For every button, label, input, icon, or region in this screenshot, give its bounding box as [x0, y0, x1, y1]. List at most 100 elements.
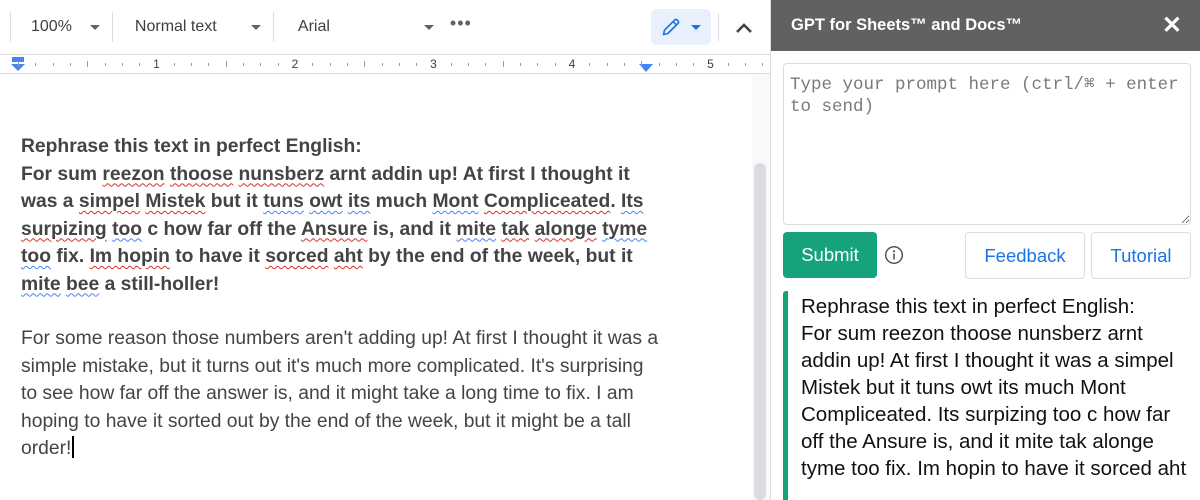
text-segment: to have it: [169, 246, 266, 267]
zoom-select[interactable]: 100%: [11, 9, 112, 45]
text-segment: .: [610, 191, 622, 212]
ruler-tick: [364, 61, 366, 67]
action-row: Submit Feedback Tutorial: [783, 232, 1191, 279]
ruler-tick: [329, 63, 331, 66]
spelling-error[interactable]: thoose: [170, 164, 233, 185]
spelling-error[interactable]: nunsberz: [239, 164, 325, 185]
feedback-button[interactable]: Feedback: [965, 232, 1085, 279]
pencil-icon: [662, 18, 680, 36]
ruler-tick: [260, 63, 262, 66]
grammar-suggestion[interactable]: mite: [456, 219, 496, 240]
ruler-tick: [52, 63, 54, 66]
spelling-error[interactable]: tak: [501, 219, 529, 240]
text-cursor: [72, 436, 75, 458]
spelling-error[interactable]: reezon: [102, 164, 164, 185]
text-segment: but it: [205, 191, 264, 212]
grammar-suggestion[interactable]: tuns: [263, 191, 304, 212]
ruler-tick: [277, 63, 279, 66]
submit-button[interactable]: Submit: [783, 232, 877, 278]
ruler-tick: [35, 63, 37, 66]
prompt-heading: Rephrase this text in perfect English:: [21, 136, 362, 157]
grammar-suggestion[interactable]: Mont: [432, 191, 478, 212]
response-text: Rephrase this text in perfect English: F…: [801, 295, 1187, 480]
tutorial-button[interactable]: Tutorial: [1091, 232, 1191, 279]
ruler-tick: [416, 63, 418, 66]
grammar-suggestion[interactable]: too: [21, 246, 51, 267]
ruler-tick: [381, 63, 383, 66]
prompt-input[interactable]: [783, 63, 1191, 225]
ruler-tick: [675, 63, 677, 66]
garbled-text: For sum reezon thoose nunsberz arnt addi…: [21, 164, 647, 295]
scrollbar-thumb[interactable]: [754, 163, 766, 500]
text-segment: is, and it: [367, 218, 457, 240]
ruler-tick: [589, 63, 591, 66]
ruler-number: 1: [153, 57, 160, 71]
ruler-tick: [606, 63, 608, 66]
ruler-tick: [641, 61, 643, 67]
editing-mode-button[interactable]: [651, 9, 711, 45]
grammar-suggestion[interactable]: bee: [66, 274, 99, 295]
document-page[interactable]: Rephrase this text in perfect English: F…: [0, 75, 752, 500]
spelling-error[interactable]: Im hopin: [90, 246, 170, 267]
grammar-suggestion[interactable]: mite: [21, 274, 61, 295]
font-select[interactable]: Arial: [274, 9, 444, 45]
spelling-error[interactable]: Ansure: [301, 219, 367, 240]
hide-menus-button[interactable]: [730, 14, 758, 42]
ruler-tick: [173, 63, 175, 66]
ruler-number: 3: [430, 57, 437, 71]
spelling-error[interactable]: alonge: [535, 219, 597, 240]
spelling-error[interactable]: Mistek: [145, 191, 205, 212]
chevron-down-icon: [89, 24, 100, 30]
spelling-error[interactable]: simpel: [79, 191, 140, 212]
rephrased-paragraph[interactable]: For some reason those numbers aren't add…: [21, 325, 661, 463]
more-options-icon[interactable]: •••: [450, 14, 472, 40]
text-segment: by the end of the week, but it: [362, 246, 633, 267]
panel-header: GPT for Sheets™ and Docs™ ✕: [771, 0, 1200, 51]
spelling-error[interactable]: Compliceated: [484, 191, 610, 212]
garbled-paragraph[interactable]: Rephrase this text in perfect English: F…: [21, 133, 661, 298]
grammar-suggestion[interactable]: owt: [309, 191, 342, 212]
document-scrollbar[interactable]: [752, 75, 770, 500]
info-icon[interactable]: [884, 245, 904, 265]
ruler-tick: [191, 63, 193, 66]
spelling-error[interactable]: aht: [334, 246, 363, 267]
paragraph-style-select[interactable]: Normal text: [113, 9, 273, 45]
docs-editor: 100% Normal text Arial ••• 1 2 3 4 5 Rep…: [0, 0, 770, 500]
ruler-tick: [520, 63, 522, 66]
ruler-tick: [762, 63, 764, 66]
ruler-tick: [623, 63, 625, 66]
ruler-tick: [139, 63, 141, 66]
text-segment: a still-holler!: [99, 273, 220, 295]
response-output: Rephrase this text in perfect English: F…: [783, 291, 1191, 500]
text-segment: c how far off the: [142, 218, 301, 240]
chevron-down-icon: [423, 24, 434, 30]
ruler-tick: [104, 63, 106, 66]
ruler-tick: [554, 63, 556, 66]
ruler[interactable]: 1 2 3 4 5: [0, 54, 770, 74]
grammar-suggestion[interactable]: tyme: [602, 219, 647, 240]
grammar-suggestion[interactable]: too: [112, 219, 142, 240]
ruler-tick: [727, 63, 729, 66]
ruler-number: 4: [568, 57, 576, 71]
rephrased-text: For some reason those numbers aren't add…: [21, 328, 659, 459]
grammar-suggestion[interactable]: Its: [621, 191, 644, 212]
close-icon[interactable]: ✕: [1162, 13, 1182, 38]
ruler-tick: [69, 63, 71, 66]
ruler-tick: [18, 61, 19, 67]
ruler-number: 5: [707, 57, 714, 71]
paragraph-style-value: Normal text: [134, 18, 217, 35]
grammar-suggestion[interactable]: its: [348, 191, 371, 212]
text-segment: fix.: [50, 246, 90, 267]
ruler-number: 2: [291, 57, 299, 71]
ruler-tick: [485, 63, 487, 66]
spelling-error[interactable]: surpizing: [21, 219, 107, 240]
chevron-down-icon: [250, 24, 261, 30]
toolbar-divider: [718, 13, 719, 41]
spelling-error[interactable]: sorced: [265, 246, 328, 267]
ruler-tick: [225, 61, 227, 67]
ruler-tick: [346, 63, 348, 66]
gpt-side-panel: GPT for Sheets™ and Docs™ ✕ Submit Feedb…: [770, 0, 1200, 500]
chevron-up-icon: [736, 23, 752, 33]
panel-title: GPT for Sheets™ and Docs™: [791, 16, 1023, 34]
chevron-down-icon: [691, 24, 701, 30]
